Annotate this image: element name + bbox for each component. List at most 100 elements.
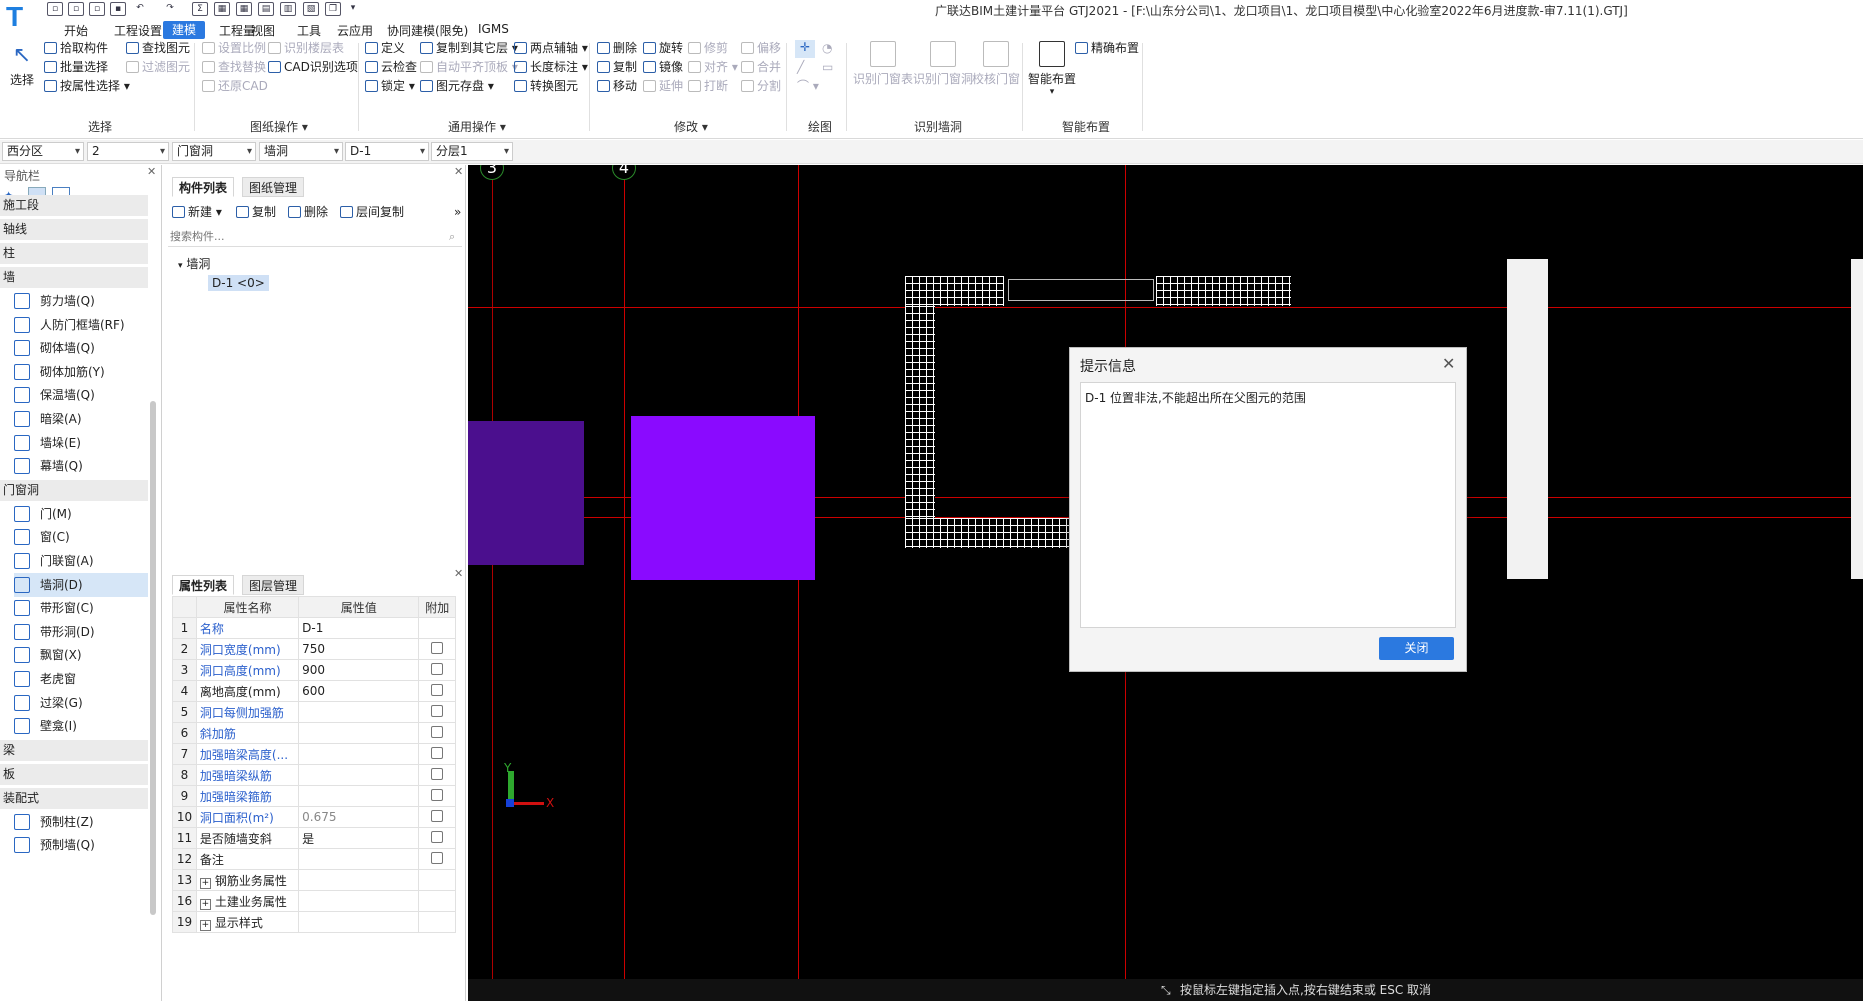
sidebar-item-3-1[interactable]: 人防门框墙(RF) bbox=[14, 313, 148, 337]
extra-checkbox[interactable] bbox=[431, 725, 444, 738]
close-button[interactable]: 关闭 bbox=[1379, 637, 1454, 660]
find-replace-button[interactable]: 查找替换 bbox=[202, 60, 266, 74]
sidebar-item-3-2[interactable]: 砌体墙(Q) bbox=[14, 336, 148, 360]
floor-copy-button[interactable]: 层间复制 bbox=[340, 205, 404, 219]
line-draw-icon[interactable]: ╱ bbox=[797, 60, 804, 74]
delete-component-button[interactable]: 删除 bbox=[288, 205, 328, 219]
menu-6[interactable]: 云应用 bbox=[337, 22, 373, 39]
table-row[interactable]: 11 是否随墙变斜 是 bbox=[172, 827, 456, 849]
wall-hatch[interactable] bbox=[905, 276, 1004, 306]
check-door-window-button[interactable]: 校核门窗 bbox=[972, 41, 1020, 87]
table-row[interactable]: 12 备注 bbox=[172, 848, 456, 870]
sidebar-item-4-0[interactable]: 门(M) bbox=[14, 502, 148, 526]
precise-layout-button[interactable]: 精确布置 bbox=[1075, 41, 1139, 55]
tab-layer-manage[interactable]: 图层管理 bbox=[242, 575, 305, 595]
nav-section-2[interactable]: 柱 bbox=[0, 243, 148, 264]
sidebar-item-7-1[interactable]: 预制墙(Q) bbox=[14, 833, 148, 857]
auto-align-slab-button[interactable]: 自动平齐顶板 ▾ bbox=[420, 60, 518, 74]
filter-element-button[interactable]: 过滤图元 bbox=[126, 60, 190, 74]
expand-icon[interactable]: + bbox=[199, 898, 211, 910]
identify-door-window-table-button[interactable]: 识别门窗表 bbox=[853, 41, 913, 87]
wall-opening-selected[interactable] bbox=[631, 416, 815, 580]
nav-section-6[interactable]: 板 bbox=[0, 763, 148, 785]
property-value[interactable] bbox=[298, 869, 420, 891]
identify-floor-table-button[interactable]: 识别楼层表 bbox=[268, 41, 344, 55]
property-value[interactable]: D-1 bbox=[298, 617, 420, 639]
close-icon[interactable]: ✕ bbox=[454, 165, 463, 178]
sidebar-item-4-9[interactable]: 壁龛(I) bbox=[14, 714, 148, 738]
white-column[interactable] bbox=[1507, 259, 1548, 579]
table-row[interactable]: 4 离地高度(mm) 600 bbox=[172, 680, 456, 702]
batch-select-button[interactable]: 批量选择 bbox=[44, 60, 108, 74]
extra-checkbox[interactable] bbox=[431, 809, 444, 822]
undo-icon[interactable]: ↶ bbox=[132, 2, 148, 16]
select-button[interactable]: ↖ 选择 bbox=[10, 43, 34, 88]
lock-button[interactable]: 锁定 ▾ bbox=[365, 79, 415, 93]
two-point-axis-button[interactable]: 两点辅轴 ▾ bbox=[514, 41, 588, 55]
table-row[interactable]: 5 洞口每侧加强筋 bbox=[172, 701, 456, 723]
sidebar-item-4-7[interactable]: 老虎窗 bbox=[14, 667, 148, 691]
nav-section-5[interactable]: 梁 bbox=[0, 739, 148, 761]
arc-draw-icon[interactable]: ⌒ ▾ bbox=[797, 79, 819, 93]
sum-icon[interactable]: Σ bbox=[192, 2, 208, 16]
menu-7[interactable]: 协同建模(限免) bbox=[387, 22, 468, 39]
grid-icon[interactable]: ▦ bbox=[236, 2, 252, 16]
extra-checkbox[interactable] bbox=[431, 851, 444, 864]
property-value[interactable] bbox=[298, 785, 420, 807]
table-row[interactable]: 7 加强暗梁高度(... bbox=[172, 743, 456, 765]
tab-drawing-manage[interactable]: 图纸管理 bbox=[242, 177, 305, 197]
delete-button[interactable]: 删除 bbox=[597, 41, 637, 55]
copy-icon[interactable]: ❐ bbox=[325, 2, 341, 16]
sidebar-item-4-2[interactable]: 门联窗(A) bbox=[14, 549, 148, 573]
wall-hatch[interactable] bbox=[1156, 276, 1291, 306]
property-value[interactable] bbox=[298, 764, 420, 786]
convert-element-button[interactable]: 转换图元 bbox=[514, 79, 578, 93]
merge-button[interactable]: 合并 bbox=[741, 60, 781, 74]
property-value[interactable] bbox=[298, 911, 420, 933]
property-value[interactable] bbox=[298, 722, 420, 744]
nav-section-4[interactable]: 门窗洞 bbox=[0, 479, 148, 501]
sidebar-item-4-1[interactable]: 窗(C) bbox=[14, 525, 148, 549]
table-row[interactable]: 3 洞口高度(mm) 900 bbox=[172, 659, 456, 681]
rect-draw-icon[interactable]: ▭ bbox=[822, 60, 833, 74]
nav-scrollbar[interactable] bbox=[150, 401, 156, 915]
break-button[interactable]: 打断 bbox=[688, 79, 728, 93]
sidebar-item-4-3[interactable]: 墙洞(D) bbox=[14, 572, 148, 597]
property-value[interactable] bbox=[298, 890, 420, 912]
sidebar-item-3-4[interactable]: 保温墙(Q) bbox=[14, 383, 148, 407]
rebar-icon[interactable]: ▤ bbox=[258, 2, 274, 16]
cad-options-button[interactable]: CAD识别选项 bbox=[268, 60, 358, 74]
tree-item-d1[interactable]: D-1 <0> bbox=[208, 275, 269, 291]
smart-point-icon[interactable]: ◔ bbox=[822, 41, 832, 55]
open-icon[interactable]: ▫ bbox=[68, 2, 84, 16]
table-row[interactable]: 10 洞口面积(m²) 0.675 bbox=[172, 806, 456, 828]
copy-button[interactable]: 复制 bbox=[597, 60, 637, 74]
sidebar-item-3-7[interactable]: 幕墙(Q) bbox=[14, 454, 148, 478]
sidebar-item-4-8[interactable]: 过梁(G) bbox=[14, 691, 148, 715]
extend-button[interactable]: 延伸 bbox=[643, 79, 683, 93]
select-by-property-button[interactable]: 按属性选择 ▾ bbox=[44, 79, 130, 93]
category-select[interactable]: 门窗洞 bbox=[172, 142, 256, 161]
extra-checkbox[interactable] bbox=[431, 704, 444, 717]
property-value[interactable]: 900 bbox=[298, 659, 420, 681]
align-button[interactable]: 对齐 ▾ bbox=[688, 60, 738, 74]
extra-checkbox[interactable] bbox=[431, 746, 444, 759]
layer-icon[interactable]: ▥ bbox=[280, 2, 296, 16]
region-select[interactable]: 西分区 bbox=[2, 142, 84, 161]
expand-icon[interactable]: + bbox=[199, 877, 211, 889]
sidebar-item-7-0[interactable]: 预制柱(Z) bbox=[14, 810, 148, 834]
sidebar-item-3-0[interactable]: 剪力墙(Q) bbox=[14, 289, 148, 313]
element-store-button[interactable]: 图元存盘 ▾ bbox=[420, 79, 494, 93]
table-row[interactable]: 16 + 土建业务属性 bbox=[172, 890, 456, 912]
table-row[interactable]: 6 斜加筋 bbox=[172, 722, 456, 744]
component-search-input[interactable] bbox=[168, 227, 462, 247]
table-row[interactable]: 19 + 显示样式 bbox=[172, 911, 456, 933]
more-icon[interactable]: » bbox=[454, 205, 461, 219]
menu-4[interactable]: 视图 bbox=[251, 22, 275, 39]
property-value[interactable] bbox=[298, 848, 420, 870]
property-value[interactable] bbox=[298, 743, 420, 765]
property-value[interactable]: 750 bbox=[298, 638, 420, 660]
wall-hatch[interactable] bbox=[905, 518, 1075, 548]
nav-section-7[interactable]: 装配式 bbox=[0, 787, 148, 809]
tree-root[interactable]: ▾ 墙洞 bbox=[178, 255, 210, 272]
